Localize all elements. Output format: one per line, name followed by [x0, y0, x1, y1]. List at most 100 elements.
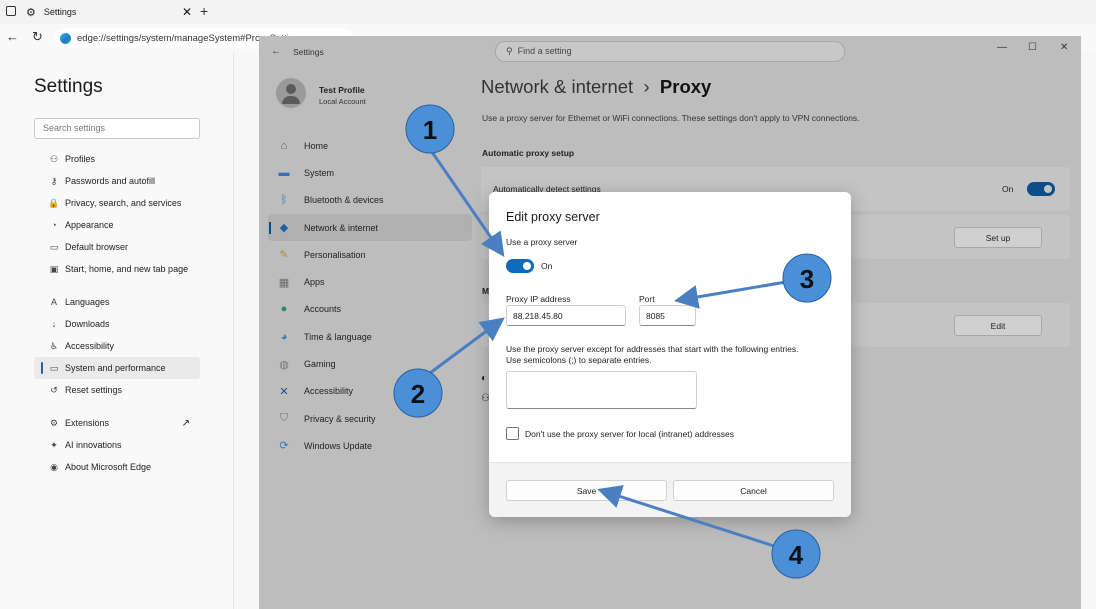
edge-settings-item-label: AI innovations — [65, 440, 122, 450]
tab-title: Settings — [43, 7, 77, 17]
back-arrow-icon[interactable]: ← — [271, 46, 281, 57]
dialog-footer: Save Cancel — [489, 462, 851, 517]
edge-settings-item-label: Start, home, and new tab page — [65, 264, 189, 274]
nav-item[interactable]: ◕ Time & language — [268, 323, 472, 350]
help-icon[interactable]: ◐ — [481, 373, 487, 384]
edge-settings-item-label: Passwords and autofill — [65, 176, 156, 186]
browser-tab[interactable]: ⚙ Settings ✕ — [26, 0, 196, 24]
edge-settings-item[interactable]: ↺ Reset settings — [34, 379, 200, 401]
edge-settings-item[interactable]: ▭ Default browser — [34, 236, 200, 258]
edge-logo-icon — [60, 32, 71, 44]
port-field[interactable]: 8085 — [639, 305, 696, 326]
browser-icon: ▭ — [49, 241, 59, 252]
nav-item[interactable]: ◍ Gaming — [268, 350, 472, 377]
edge-settings-item-label: Languages — [65, 297, 110, 307]
nav-item[interactable]: ◆ Network & internet — [268, 213, 472, 242]
back-icon[interactable]: ← — [6, 29, 19, 44]
nav-item[interactable]: ✕ Accessibility — [268, 378, 472, 405]
maximize-icon[interactable]: ☐ — [1028, 42, 1037, 53]
avatar — [276, 78, 306, 108]
setup-button[interactable]: Set up — [954, 227, 1042, 248]
gamepad-icon: ◍ — [279, 358, 289, 371]
breadcrumb: Network & internet › Proxy — [481, 76, 711, 98]
edge-settings-item[interactable]: 🔒 Privacy, search, and services — [34, 192, 200, 214]
new-tab-icon[interactable]: + — [200, 3, 208, 19]
edge-settings-item-label: Appearance — [65, 220, 114, 230]
edge-settings-item[interactable]: ✦ AI innovations — [34, 434, 200, 456]
edge-settings-item-label: Profiles — [65, 154, 96, 164]
breadcrumb-parent[interactable]: Network & internet — [481, 76, 633, 97]
page-description: Use a proxy server for Ethernet or WiFi … — [482, 113, 860, 123]
nav-item[interactable]: ✎ Personalisation — [268, 241, 472, 268]
profiles-icon: ⚇ — [49, 153, 59, 164]
gear-icon: ⚙ — [26, 6, 36, 19]
local-bypass-label: Don't use the proxy server for local (in… — [525, 429, 735, 439]
close-tab-icon[interactable]: ✕ — [182, 5, 192, 19]
edge-settings-item[interactable]: ◔ Appearance — [34, 214, 200, 236]
proxy-ip-field[interactable]: 88.218.45.80 — [506, 305, 626, 326]
minimize-icon[interactable]: — — [997, 42, 1007, 53]
close-window-icon[interactable]: ✕ — [1060, 42, 1068, 53]
nav-item[interactable]: ▬ System — [268, 159, 472, 186]
edge-settings-item[interactable]: ⚙ Extensions ↗ — [34, 412, 200, 434]
cancel-button[interactable]: Cancel — [673, 480, 834, 501]
find-setting-placeholder: Find a setting — [517, 46, 572, 56]
breadcrumb-separator: › — [643, 76, 650, 97]
accessibility-icon: ♿ — [49, 340, 59, 351]
nav-item[interactable]: ● Accounts — [268, 296, 472, 323]
download-icon: ↓ — [51, 319, 57, 329]
tab-actions-icon[interactable] — [6, 6, 16, 16]
use-proxy-label: Use a proxy server — [506, 237, 578, 247]
nav-item[interactable]: ⟳ Windows Update — [268, 432, 472, 459]
edge-settings-item[interactable]: ⚷ Passwords and autofill — [34, 170, 200, 192]
edge-settings-sidebar: Settings Search settings ⚇ Profiles ⚷ Passw… — [0, 52, 234, 609]
newtab-icon: ▣ — [49, 263, 59, 274]
refresh-icon[interactable]: ↻ — [32, 29, 43, 45]
profile-name: Test Profile — [319, 85, 365, 95]
edge-settings-item[interactable]: ▣ Start, home, and new tab page — [34, 258, 200, 280]
edge-settings-item-label: Downloads — [65, 319, 110, 329]
nav-item[interactable]: ⛉ Privacy & security — [268, 405, 472, 432]
use-proxy-toggle[interactable] — [506, 259, 534, 273]
find-setting-input[interactable]: ⚲ Find a setting — [495, 41, 845, 62]
home-icon: ⌂ — [280, 139, 288, 152]
nav-item-label: Privacy & security — [304, 413, 376, 424]
apps-icon: ▦ — [278, 276, 290, 289]
use-proxy-state: On — [541, 261, 553, 271]
port-label: Port — [639, 294, 655, 304]
system-icon: ▭ — [49, 362, 59, 373]
nav-item-label: Accounts — [304, 304, 342, 315]
edge-settings-item[interactable]: ⚇ Profiles — [34, 148, 200, 170]
save-button[interactable]: Save — [506, 480, 667, 501]
search-input[interactable]: Search settings — [34, 118, 200, 139]
edge-settings-item[interactable]: A Languages — [34, 291, 200, 313]
languages-icon: A — [50, 297, 57, 307]
edit-button[interactable]: Edit — [954, 315, 1042, 336]
windows-settings-nav: ⌂ Home ▬ System ᛒ Bluetooth & devices ◆ Network… — [268, 132, 472, 460]
edge-settings-item[interactable]: ▭ System and performance — [34, 357, 200, 379]
update-icon: ⟳ — [279, 440, 289, 453]
nav-item[interactable]: ▦ Apps — [268, 268, 472, 295]
dialog-title: Edit proxy server — [506, 210, 600, 224]
auto-detect-toggle[interactable] — [1027, 182, 1055, 196]
proxy-ip-label: Proxy IP address — [506, 294, 571, 304]
edge-settings-item[interactable]: ♿ Accessibility — [34, 335, 200, 357]
search-icon: ⚲ — [506, 46, 513, 56]
edge-settings-item[interactable]: ◉ About Microsoft Edge — [34, 456, 200, 478]
nav-item[interactable]: ⌂ Home — [268, 132, 472, 159]
reset-icon: ↺ — [50, 384, 58, 395]
nav-item-label: Windows Update — [304, 440, 373, 451]
nav-group-gap — [34, 401, 200, 412]
appearance-icon: ◔ — [51, 220, 57, 230]
nav-item-label: Bluetooth & devices — [304, 195, 384, 206]
edge-settings-item-label: Default browser — [65, 242, 129, 252]
exceptions-field[interactable] — [506, 371, 697, 409]
window-title: Settings — [293, 47, 324, 57]
nav-item-label: Apps — [304, 277, 325, 288]
nav-item-label: Home — [304, 140, 329, 151]
accounts-icon: ● — [280, 303, 288, 316]
edge-settings-item[interactable]: ↓ Downloads — [34, 313, 200, 335]
nav-item[interactable]: ᛒ Bluetooth & devices — [268, 187, 472, 214]
local-bypass-checkbox[interactable] — [506, 427, 519, 440]
exceptions-help-1: Use the proxy server except for addresse… — [506, 344, 799, 354]
